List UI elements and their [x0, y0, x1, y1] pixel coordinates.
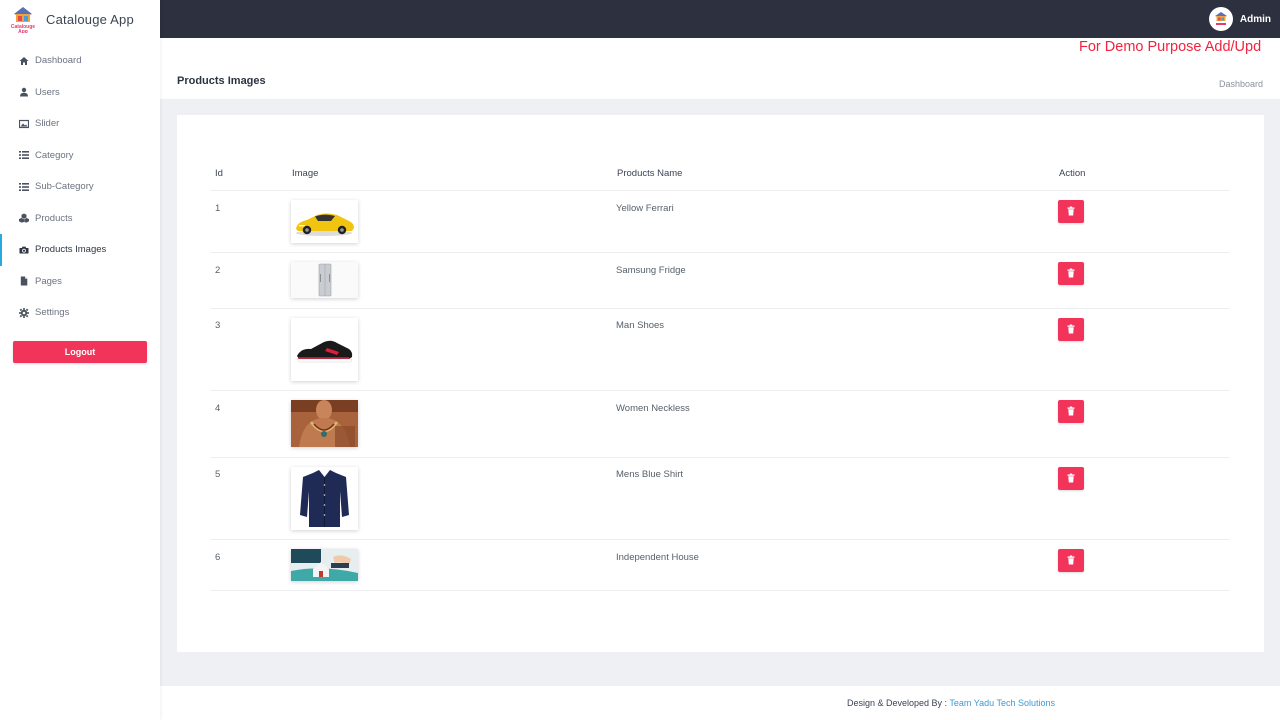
app-logo: Catalouge App: [10, 5, 36, 33]
logout-button[interactable]: Logout: [13, 341, 147, 363]
sidebar-item-label: Settings: [35, 307, 70, 319]
delete-button[interactable]: [1058, 318, 1084, 341]
sidebar-item-products[interactable]: Products: [0, 203, 160, 235]
footer-link[interactable]: Team Yadu Tech Solutions: [949, 698, 1055, 708]
table-divider: [210, 308, 1230, 309]
demo-notice: For Demo Purpose Add/Upd: [1079, 39, 1262, 55]
column-header-products-name: Products Name: [617, 168, 683, 179]
product-image-independent-house: [291, 549, 358, 581]
row-id: 6: [215, 552, 221, 563]
avatar: [1208, 7, 1233, 31]
product-name: Mens Blue Shirt: [616, 469, 684, 480]
trash-icon: [1066, 553, 1076, 568]
sidebar-item-label: Dashboard: [35, 55, 82, 67]
gear-icon: [19, 307, 29, 318]
footer-prefix: Design & Developed By :: [847, 698, 950, 708]
sidebar-item-label: Category: [35, 149, 74, 161]
user-menu[interactable]: Admin: [1208, 7, 1271, 31]
sidebar-item-label: Sub-Category: [35, 181, 94, 193]
app-name: Catalouge App: [46, 11, 134, 27]
row-id: 3: [215, 320, 221, 331]
camera-icon: [19, 245, 29, 255]
product-name: Man Shoes: [616, 320, 665, 331]
list-icon: [19, 182, 29, 192]
sidebar-item-sub-category[interactable]: Sub-Category: [0, 171, 160, 203]
list-icon: [19, 150, 29, 160]
footer: Design & Developed By : Team Yadu Tech S…: [160, 686, 1280, 720]
page-title: Products Images: [177, 75, 266, 87]
sidebar-item-dashboard[interactable]: Dashboard: [0, 45, 160, 77]
trash-icon: [1066, 322, 1076, 337]
topbar: Admin: [160, 0, 1280, 38]
footer-credit: Design & Developed By : Team Yadu Tech S…: [847, 698, 1055, 708]
sidebar-item-pages[interactable]: Pages: [0, 266, 160, 298]
cubes-icon: [19, 213, 29, 223]
column-header-image: Image: [292, 168, 319, 179]
column-header-action: Action: [1059, 168, 1086, 179]
sidebar-item-settings[interactable]: Settings: [0, 297, 160, 329]
page-header: For Demo Purpose Add/Upd Products Images…: [160, 38, 1280, 99]
trash-icon: [1066, 204, 1076, 219]
delete-button[interactable]: [1058, 549, 1084, 572]
product-name: Samsung Fridge: [616, 265, 686, 276]
sidebar-item-users[interactable]: Users: [0, 77, 160, 109]
product-image-samsung-fridge: [291, 262, 358, 298]
table-divider: [210, 390, 1230, 391]
row-id: 5: [215, 469, 221, 480]
sidebar-item-products-images[interactable]: Products Images: [0, 234, 160, 266]
file-icon: [19, 276, 29, 286]
table-divider: [210, 457, 1230, 458]
trash-icon: [1066, 471, 1076, 486]
table-divider: [210, 539, 1230, 540]
delete-button[interactable]: [1058, 400, 1084, 423]
delete-button[interactable]: [1058, 200, 1084, 223]
image-icon: [19, 119, 29, 129]
trash-icon: [1066, 266, 1076, 281]
sidebar-item-label: Products Images: [35, 244, 107, 256]
brand[interactable]: Catalouge App Catalouge App: [0, 0, 160, 38]
sidebar-item-label: Slider: [35, 118, 60, 130]
delete-button[interactable]: [1058, 262, 1084, 285]
product-image-mens-blue-shirt: [291, 467, 358, 530]
product-name: Yellow Ferrari: [616, 203, 674, 214]
home-icon: [19, 56, 29, 66]
sidebar-item-slider[interactable]: Slider: [0, 108, 160, 140]
breadcrumb-dashboard[interactable]: Dashboard: [1219, 79, 1263, 89]
delete-button[interactable]: [1058, 467, 1084, 490]
sidebar-nav: Dashboard Users Slider Category Sub-Cate…: [0, 45, 160, 329]
table-divider: [210, 190, 1230, 191]
row-id: 4: [215, 403, 221, 414]
svg-text:App: App: [18, 29, 28, 33]
products-images-table: Id Image Products Name Action 1 Yellow F…: [177, 115, 1264, 652]
row-id: 2: [215, 265, 221, 276]
sidebar-item-label: Users: [35, 86, 60, 98]
product-image-man-shoes: [291, 318, 358, 381]
column-header-id: Id: [215, 168, 223, 179]
user-name: Admin: [1239, 13, 1271, 25]
sidebar-item-label: Pages: [35, 275, 62, 287]
product-image-women-neckless: [291, 400, 358, 447]
sidebar: Catalouge App Catalouge App Dashboard Us…: [0, 0, 160, 720]
table-divider: [210, 252, 1230, 253]
row-id: 1: [215, 203, 221, 214]
sidebar-item-category[interactable]: Category: [0, 140, 160, 172]
table-divider: [210, 590, 1230, 591]
sidebar-item-label: Products: [35, 212, 73, 224]
product-image-yellow-ferrari: [291, 200, 358, 243]
user-icon: [19, 87, 29, 97]
trash-icon: [1066, 404, 1076, 419]
product-name: Women Neckless: [616, 403, 690, 414]
product-name: Independent House: [616, 552, 699, 563]
